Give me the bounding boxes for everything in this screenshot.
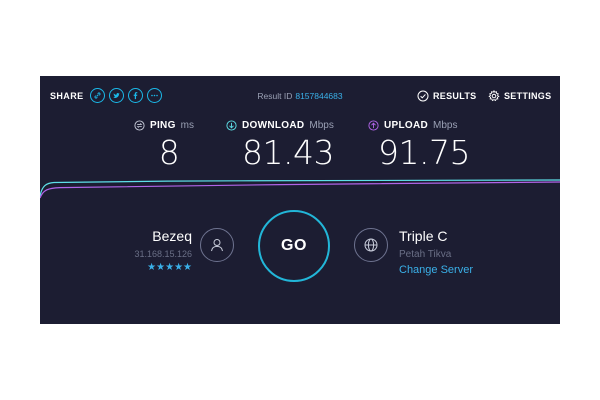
download-value: 81.43 [242, 133, 334, 172]
server-location: Petah Tikva [399, 249, 452, 260]
download-unit: Mbps [309, 120, 334, 131]
upload-header: UPLOAD Mbps [368, 120, 480, 131]
ping-metric: PING ms 8 [134, 120, 204, 172]
upload-metric: UPLOAD Mbps 91.75 [368, 120, 480, 172]
settings-button[interactable]: SETTINGS [488, 90, 551, 102]
ping-label: PING [150, 120, 176, 131]
results-label: RESULTS [433, 91, 477, 101]
change-server-link[interactable]: Change Server [399, 264, 549, 276]
user-icon [211, 239, 223, 252]
settings-label: SETTINGS [504, 91, 552, 101]
upload-graph-line [40, 181, 560, 199]
ping-header: PING ms [134, 120, 204, 131]
gear-icon [488, 90, 500, 102]
results-button[interactable]: RESULTS [417, 90, 476, 102]
check-circle-icon [417, 90, 429, 102]
ping-value: 8 [158, 133, 180, 172]
ping-icon [134, 120, 145, 131]
isp-info: Bezeq 31.168.15.126 ★★★★★ [102, 228, 192, 273]
ping-unit: ms [180, 120, 194, 131]
globe-icon [364, 238, 378, 252]
result-id-label: Result ID [257, 91, 293, 101]
isp-name: Bezeq [152, 228, 192, 244]
speedtest-panel: SHARE Result ID 8157844683 RESULTS SETTI… [40, 76, 560, 324]
speed-graph [40, 179, 560, 199]
server-info: Triple C Petah Tikva Change Server [399, 228, 549, 276]
upload-unit: Mbps [433, 120, 458, 131]
result-id-link[interactable]: 8157844683 [295, 91, 342, 101]
isp-ip: 31.168.15.126 [134, 249, 192, 259]
download-metric: DOWNLOAD Mbps 81.43 [226, 120, 350, 172]
upload-label: UPLOAD [384, 120, 429, 131]
download-icon [226, 120, 237, 131]
isp-rating-stars[interactable]: ★★★★★ [102, 262, 192, 273]
server-globe [354, 228, 388, 262]
top-bar: SHARE Result ID 8157844683 RESULTS SETTI… [40, 86, 560, 108]
upload-icon [368, 120, 379, 131]
server-name: Triple C [399, 228, 448, 244]
go-button[interactable]: GO [258, 210, 330, 282]
user-avatar [200, 228, 234, 262]
result-id: Result ID 8157844683 [40, 91, 560, 101]
download-header: DOWNLOAD Mbps [226, 120, 350, 131]
upload-value: 91.75 [378, 133, 470, 172]
download-label: DOWNLOAD [242, 120, 305, 131]
